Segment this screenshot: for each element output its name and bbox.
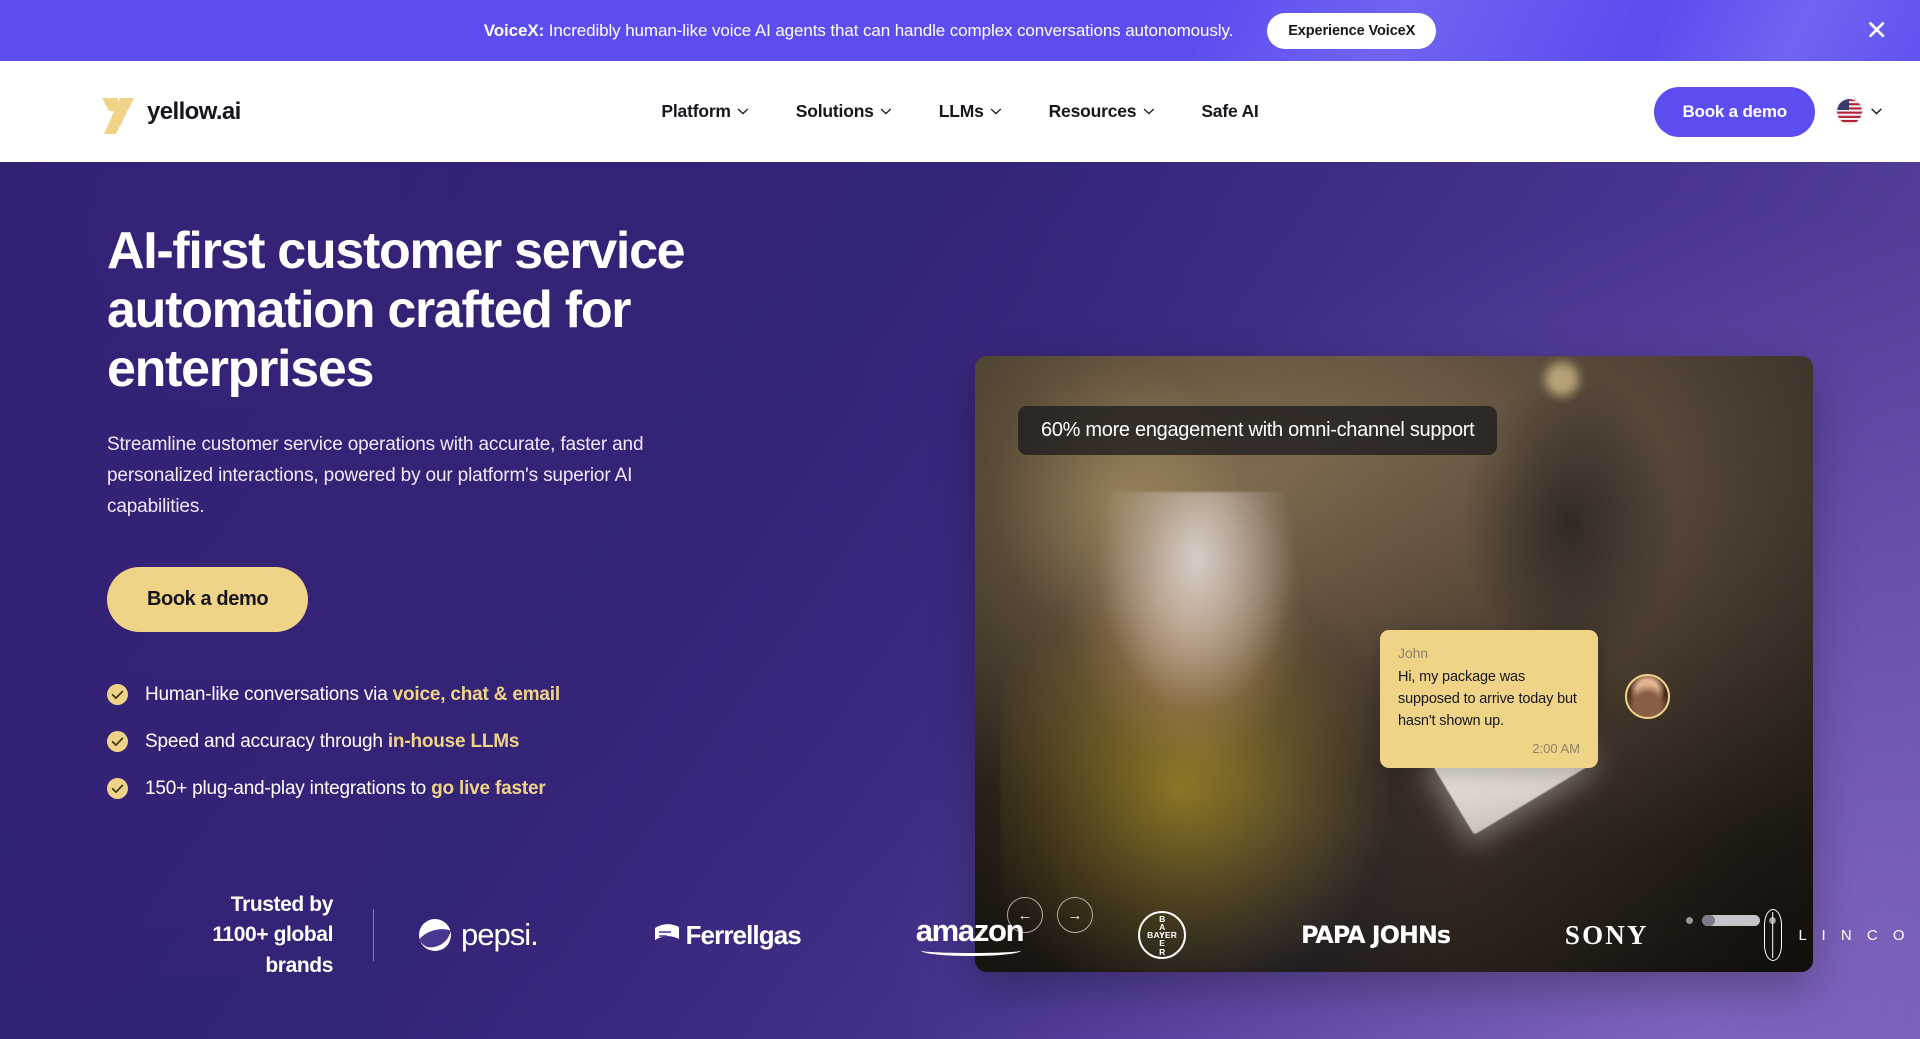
bullet-1-highlight: in-house LLMs	[387, 730, 520, 752]
brand-logo-amazon: amazon	[915, 912, 1025, 958]
brand-logo-papajohns: PAPA JOHNs	[1300, 921, 1451, 950]
list-item: Speed and accuracy through in-house LLMs	[107, 731, 807, 753]
banner-brand-label: VoiceX:	[483, 20, 545, 40]
brand-logo-pepsi-text: pepsi.	[461, 917, 539, 953]
chevron-down-icon	[990, 108, 1002, 115]
lincoln-emblem-icon	[1763, 909, 1782, 962]
check-circle-icon	[107, 778, 128, 800]
chevron-down-icon	[881, 108, 892, 115]
chat-timestamp: 2:00 AM	[1532, 741, 1580, 757]
page-title: AI-first customer service automation cra…	[107, 222, 686, 398]
brand-logo-pepsi: pepsi.	[418, 917, 539, 953]
hero-subtitle: Streamline customer service operations w…	[107, 434, 644, 517]
bullet-2-text: 150+ plug-and-play integrations to	[145, 777, 432, 799]
chat-message-bubble: John Hi, my package was supposed to arri…	[1380, 630, 1598, 769]
brand-logo-ferrellgas-text: Ferrellgas	[685, 919, 802, 950]
trusted-by-line2: 1100+ global brands	[212, 923, 333, 977]
list-item-text: Human-like conversations via voice, chat…	[145, 684, 560, 706]
bayer-vertical-text: BAYER	[1159, 913, 1166, 957]
ferrellgas-flame-icon	[654, 924, 679, 941]
nav-item-solutions[interactable]: Solutions	[796, 101, 892, 122]
trusted-by-line1: Trusted by	[230, 892, 334, 916]
book-a-demo-button[interactable]: Book a demo	[1654, 86, 1815, 137]
brand-logo-ferrellgas: Ferrellgas	[653, 919, 802, 951]
check-circle-icon	[107, 731, 128, 753]
avatar	[1625, 674, 1670, 719]
brand-logo-lincoln-text: L I N C O	[1798, 926, 1910, 944]
bullet-0-highlight: voice, chat & email	[392, 683, 560, 705]
experience-voicex-button[interactable]: Experience VoiceX	[1267, 12, 1437, 49]
list-item: 150+ plug-and-play integrations to go li…	[107, 778, 807, 800]
language-selector[interactable]	[1837, 99, 1882, 124]
divider	[373, 909, 374, 962]
pepsi-globe-icon	[419, 919, 451, 952]
us-flag-icon	[1837, 99, 1862, 124]
logo-text: yellow.ai	[147, 97, 241, 125]
kpi-callout: 60% more engagement with omni-channel su…	[1018, 406, 1498, 455]
trusted-by-strip: Trusted by 1100+ global brands pepsi. Fe…	[0, 890, 1920, 981]
banner-message: VoiceX: Incredibly human-like voice AI a…	[483, 20, 1234, 41]
logo-home-link[interactable]: yellow.ai	[100, 90, 241, 134]
list-item-text: Speed and accuracy through in-house LLMs	[145, 731, 519, 753]
brand-logo-sony-text: SONY	[1564, 919, 1649, 950]
close-icon[interactable]: ✕	[1865, 17, 1888, 44]
nav-item-llms-label: LLMs	[938, 101, 984, 121]
nav-item-resources[interactable]: Resources	[1049, 101, 1155, 122]
yellow-ai-logo-icon	[102, 97, 134, 134]
nav-right-actions: Book a demo	[1654, 86, 1882, 137]
chat-message-text: Hi, my package was supposed to arrive to…	[1398, 669, 1577, 730]
bullet-1-text: Speed and accuracy through	[145, 730, 388, 752]
list-item: Human-like conversations via voice, chat…	[107, 684, 807, 706]
list-item-text: 150+ plug-and-play integrations to go li…	[145, 778, 546, 800]
amazon-smile-icon	[920, 945, 1022, 956]
announcement-banner: VoiceX: Incredibly human-like voice AI a…	[0, 0, 1920, 61]
chevron-down-icon	[1143, 108, 1154, 115]
hero-content: AI-first customer service automation cra…	[107, 222, 807, 800]
bayer-cross-icon: BAYER BAYER	[1138, 911, 1187, 960]
hero-book-a-demo-button[interactable]: Book a demo	[107, 566, 309, 632]
nav-item-llms[interactable]: LLMs	[939, 101, 1002, 122]
trusted-by-label: Trusted by 1100+ global brands	[185, 890, 333, 981]
brand-logo-amazon-text: amazon	[915, 912, 1025, 948]
banner-message-text: Incredibly human-like voice AI agents th…	[544, 20, 1234, 40]
nav-menu: Platform Solutions LLMs Resources Safe A…	[661, 101, 1258, 122]
brand-logo-papajohns-text: PAPA JOHNs	[1300, 921, 1451, 950]
hero-section: AI-first customer service automation cra…	[0, 162, 1920, 1039]
nav-item-resources-label: Resources	[1048, 101, 1137, 121]
nav-item-safe-ai[interactable]: Safe AI	[1201, 101, 1258, 122]
nav-item-platform[interactable]: Platform	[661, 101, 749, 122]
chevron-down-icon	[738, 108, 749, 115]
brand-logo-bayer: BAYER BAYER	[1138, 911, 1187, 960]
brand-logo-sony: SONY	[1565, 920, 1649, 951]
nav-item-solutions-label: Solutions	[795, 101, 874, 121]
bullet-0-text: Human-like conversations via	[145, 683, 393, 705]
brand-logo-lincoln: L I N C O	[1763, 909, 1910, 962]
hero-feature-list: Human-like conversations via voice, chat…	[107, 684, 807, 800]
brand-logo-list: pepsi. Ferrellgas amazon B A Y E R BAYER…	[418, 909, 1920, 962]
bullet-2-highlight: go live faster	[431, 777, 546, 799]
main-navigation: yellow.ai Platform Solutions LLMs Resour…	[0, 61, 1920, 162]
check-circle-icon	[107, 684, 128, 706]
hero-media-carousel: 60% more engagement with omni-channel su…	[975, 356, 1813, 972]
nav-item-platform-label: Platform	[661, 101, 731, 121]
chat-sender-name: John	[1398, 645, 1428, 661]
chevron-down-icon	[1871, 108, 1882, 115]
nav-item-safe-ai-label: Safe AI	[1201, 101, 1259, 121]
